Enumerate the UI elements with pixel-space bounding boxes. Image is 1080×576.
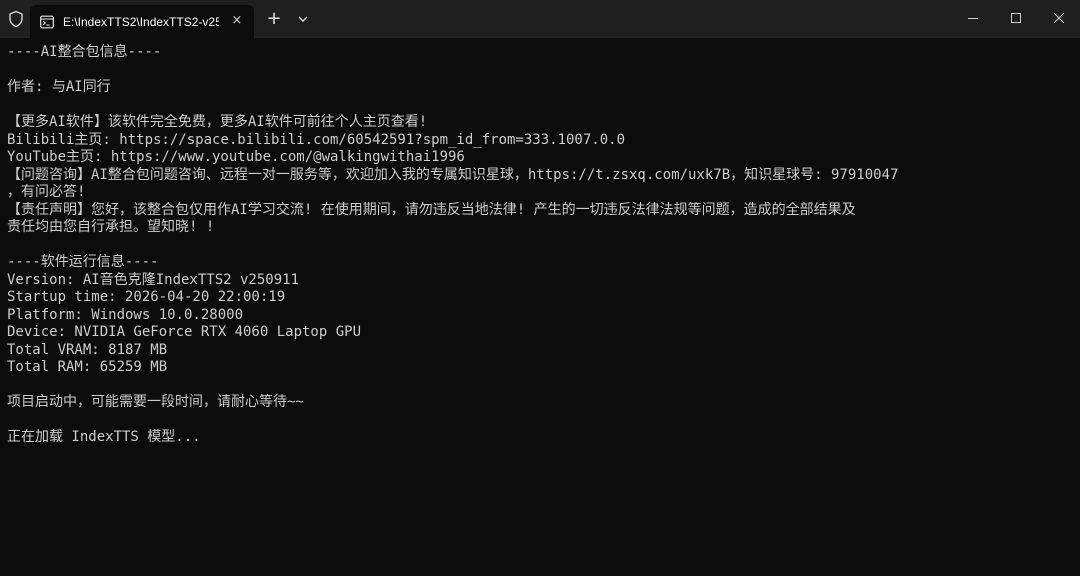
console-line: YouTube主页: https://www.youtube.com/@walk…: [7, 149, 465, 165]
maximize-button[interactable]: [993, 0, 1039, 36]
terminal-window: E:\IndexTTS2\IndexTTS2-v250 × + ----AI整合…: [0, 0, 1080, 576]
console-line: Platform: Windows 10.0.28000: [7, 306, 244, 323]
console-line: ，有问必答!: [7, 184, 86, 200]
console-line: Total VRAM: 8187 MB: [7, 341, 168, 358]
close-window-button[interactable]: [1036, 0, 1080, 36]
console-line: ----软件运行信息----: [7, 254, 159, 270]
tab-title: E:\IndexTTS2\IndexTTS2-v250: [63, 14, 219, 29]
console-line: 责任均由您自行承担。望知晓! !: [7, 219, 215, 235]
console-line: 正在加载 IndexTTS 模型...: [7, 429, 201, 445]
console-line: 项目启动中，可能需要一段时间，请耐心等待~~: [7, 394, 304, 410]
console-line: 【责任声明】您好，该整合包仅用作AI学习交流! 在使用期间，请勿违反当地法律! …: [7, 201, 856, 218]
console-line: ----AI整合包信息----: [7, 44, 162, 60]
maximize-icon: [1011, 13, 1021, 23]
tab-terminal[interactable]: E:\IndexTTS2\IndexTTS2-v250 ×: [30, 5, 254, 38]
minimize-icon: [968, 18, 978, 19]
minimize-button[interactable]: [950, 0, 996, 36]
console-line: Startup time: 2026-04-20 22:00:19: [7, 289, 286, 305]
shield-icon[interactable]: [7, 10, 25, 28]
console-line: Version: AI音色克隆IndexTTS2 v250911: [7, 271, 300, 288]
title-bar: E:\IndexTTS2\IndexTTS2-v250 × +: [0, 0, 1080, 38]
console-line: 【更多AI软件】该软件完全免费，更多AI软件可前往个人主页查看!: [7, 114, 428, 130]
console-line: Device: NVIDIA GeForce RTX 4060 Laptop G…: [7, 324, 362, 340]
close-tab-icon[interactable]: ×: [230, 14, 244, 28]
close-icon: [1054, 13, 1064, 23]
console-line: 【问题咨询】AI整合包问题咨询、远程一对一服务等，欢迎加入我的专属知识星球，ht…: [7, 166, 899, 183]
console-line: Total RAM: 65259 MB: [7, 359, 168, 375]
terminal-icon: [40, 15, 54, 28]
console-line: 作者: 与AI同行: [7, 79, 111, 95]
console-line: Bilibili主页: https://space.bilibili.com/6…: [7, 131, 626, 148]
chevron-down-icon[interactable]: [295, 11, 311, 27]
console-output[interactable]: ----AI整合包信息---- 作者: 与AI同行【更多AI软件】该软件完全免费，…: [7, 44, 1073, 564]
new-tab-button[interactable]: +: [265, 10, 283, 28]
